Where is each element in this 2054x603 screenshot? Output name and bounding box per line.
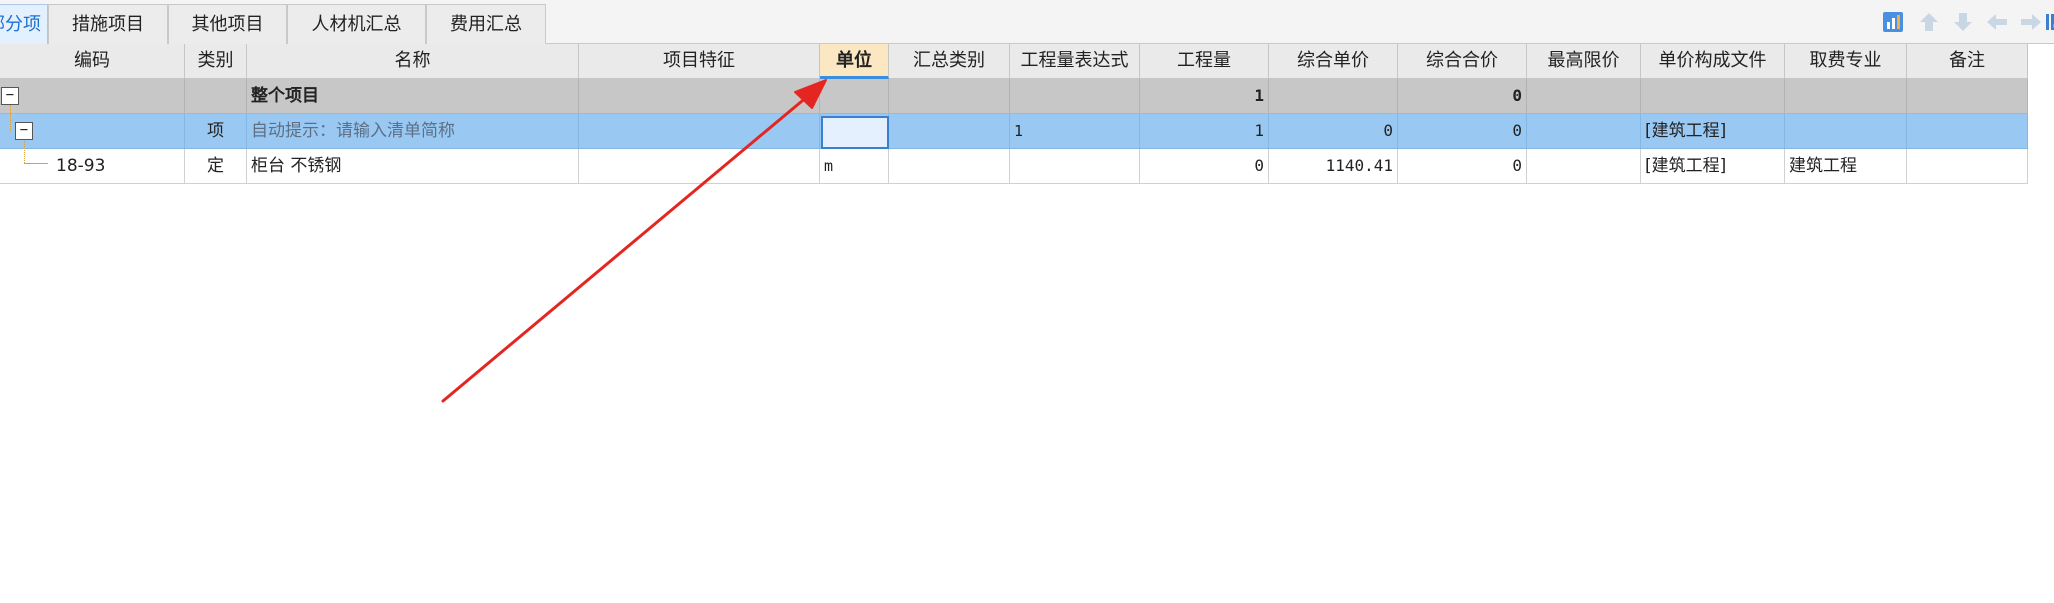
column-header-quantity-expression[interactable]: 工程量表达式: [1010, 44, 1140, 79]
tab-fenbu-fenxiang[interactable]: 分部分项: [0, 4, 48, 44]
cell-expression[interactable]: [1010, 79, 1140, 114]
column-header-summary-type[interactable]: 汇总类别: [889, 44, 1010, 79]
column-header-unit[interactable]: 单位: [820, 44, 889, 79]
arrow-up-icon[interactable]: [1916, 10, 1942, 34]
table-row-whole-project[interactable]: 整个项目 1 0 −: [0, 79, 2028, 114]
cell-quantity[interactable]: 1: [1140, 114, 1269, 149]
cell-name[interactable]: 整个项目: [247, 79, 579, 114]
column-header-remark[interactable]: 备注: [1907, 44, 2028, 79]
column-header-max-price[interactable]: 最高限价: [1527, 44, 1641, 79]
arrow-right-icon[interactable]: [2018, 10, 2044, 34]
tree-connector: [10, 105, 11, 131]
column-header-fee-specialty[interactable]: 取费专业: [1785, 44, 1907, 79]
cell-total-price[interactable]: 0: [1398, 79, 1527, 114]
column-header-price-file[interactable]: 单价构成文件: [1641, 44, 1785, 79]
table-row-bill-item[interactable]: 项 自动提示：请输入清单简称 1 1 0 0 [建筑工程] −: [0, 105, 2028, 149]
arrow-left-icon[interactable]: [1984, 10, 2010, 34]
cell-price-file[interactable]: [建筑工程]: [1641, 114, 1785, 149]
column-header-code[interactable]: 编码: [0, 44, 185, 79]
cell-summary-type[interactable]: [889, 149, 1010, 184]
cell-expression[interactable]: 1: [1010, 114, 1140, 149]
cell-summary-type[interactable]: [889, 114, 1010, 149]
table-row-quota-item[interactable]: 18-93 定 柜台 不锈钢 m 0 1140.41 0 [建筑工程] 建筑工程: [0, 141, 2028, 184]
cell-price-file[interactable]: [建筑工程]: [1641, 149, 1785, 184]
cell-max-price[interactable]: [1527, 79, 1641, 114]
cell-summary-type[interactable]: [889, 79, 1010, 114]
cell-max-price[interactable]: [1527, 114, 1641, 149]
cell-max-price[interactable]: [1527, 149, 1641, 184]
cell-total-price[interactable]: 0: [1398, 149, 1527, 184]
cell-fee-specialty[interactable]: 建筑工程: [1785, 149, 1907, 184]
cell-fee-specialty[interactable]: [1785, 114, 1907, 149]
settings-icon[interactable]: [2044, 10, 2054, 34]
cell-name[interactable]: 自动提示：请输入清单简称: [247, 114, 579, 149]
cell-quantity[interactable]: 1: [1140, 79, 1269, 114]
cell-unit-price[interactable]: 1140.41: [1269, 149, 1398, 184]
cell-feature[interactable]: [579, 79, 820, 114]
cell-unit-price[interactable]: [1269, 79, 1398, 114]
tab-qita-xiangmu[interactable]: 其他项目: [168, 4, 287, 44]
cell-fee-specialty[interactable]: [1785, 79, 1907, 114]
tab-cuoshi-xiangmu[interactable]: 措施项目: [48, 4, 168, 44]
cell-price-file[interactable]: [1641, 79, 1785, 114]
chart-icon[interactable]: [1880, 10, 1906, 34]
cell-remark[interactable]: [1907, 79, 2028, 114]
tree-connector: [24, 163, 48, 164]
tab-rencaiji-huizong[interactable]: 人材机汇总: [287, 4, 426, 44]
arrow-down-icon[interactable]: [1950, 10, 1976, 34]
cell-type[interactable]: 定: [185, 149, 247, 184]
collapse-icon[interactable]: −: [15, 122, 33, 140]
toolbar: [1854, 0, 2054, 44]
cell-type[interactable]: 项: [185, 114, 247, 149]
column-header-name[interactable]: 名称: [247, 44, 579, 79]
cell-remark[interactable]: [1907, 149, 2028, 184]
cell-quantity[interactable]: 0: [1140, 149, 1269, 184]
cell-feature[interactable]: [579, 114, 820, 149]
cell-code[interactable]: 18-93: [0, 149, 185, 184]
unit-cell-editor[interactable]: [821, 116, 889, 149]
tab-feiyong-huizong[interactable]: 费用汇总: [426, 4, 546, 44]
cell-expression[interactable]: [1010, 149, 1140, 184]
column-header-feature[interactable]: 项目特征: [579, 44, 820, 79]
cell-name[interactable]: 柜台 不锈钢: [247, 149, 579, 184]
cell-code[interactable]: [0, 79, 185, 114]
column-header-total-price[interactable]: 综合合价: [1398, 44, 1527, 79]
tree-connector: [24, 141, 25, 163]
cell-feature[interactable]: [579, 149, 820, 184]
cell-total-price[interactable]: 0: [1398, 114, 1527, 149]
tab-bar: 分部分项 措施项目 其他项目 人材机汇总 费用汇总: [0, 0, 2054, 44]
cell-unit[interactable]: m: [820, 149, 889, 184]
column-header-unit-price[interactable]: 综合单价: [1269, 44, 1398, 79]
cell-unit-price[interactable]: 0: [1269, 114, 1398, 149]
cell-remark[interactable]: [1907, 114, 2028, 149]
column-header-type[interactable]: 类别: [185, 44, 247, 79]
collapse-icon[interactable]: −: [1, 87, 19, 105]
cell-type[interactable]: [185, 79, 247, 114]
column-header-quantity[interactable]: 工程量: [1140, 44, 1269, 79]
cell-unit[interactable]: [820, 79, 889, 114]
